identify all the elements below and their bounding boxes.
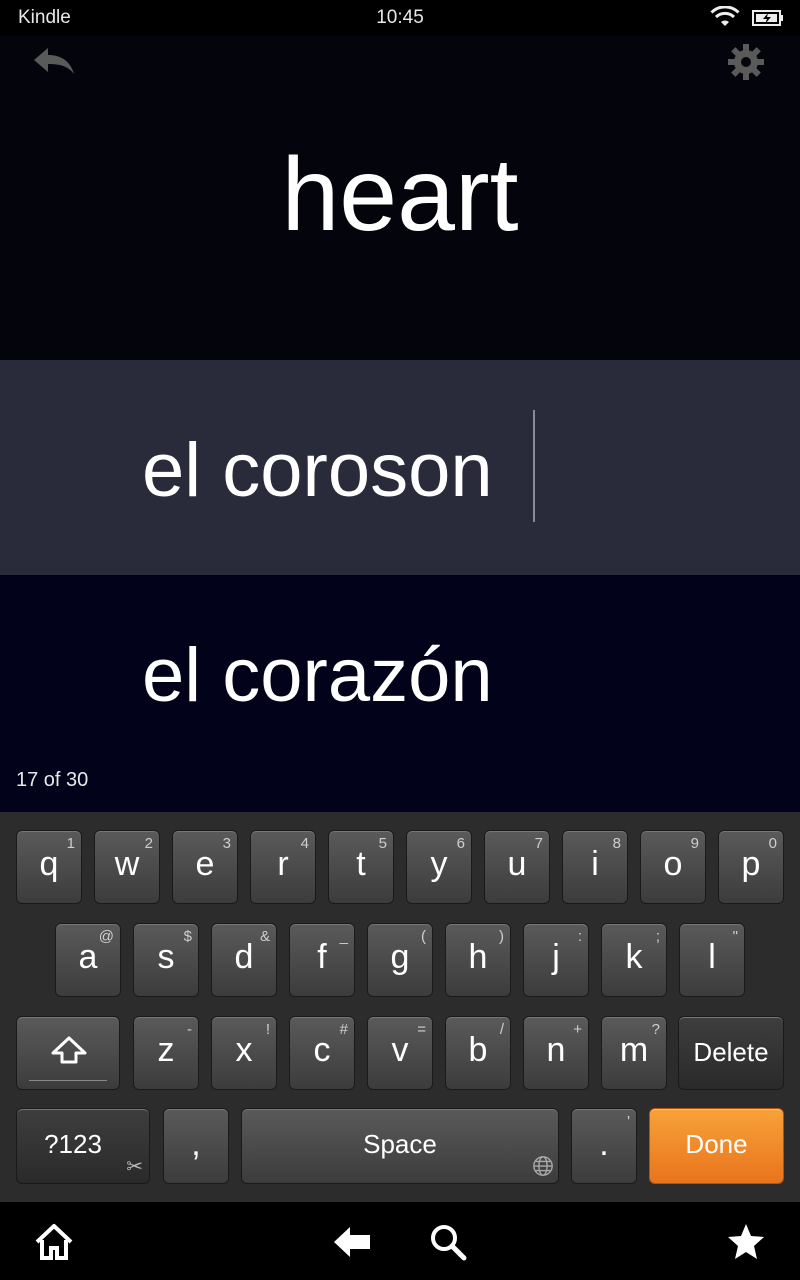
key-g[interactable]: (g bbox=[367, 923, 433, 997]
symbols-key[interactable]: ?123 ✂ bbox=[16, 1108, 150, 1184]
key-t[interactable]: 5t bbox=[328, 830, 394, 904]
key-b[interactable]: / b bbox=[445, 1016, 511, 1090]
key-label: y bbox=[430, 845, 448, 883]
key-x[interactable]: ! x bbox=[211, 1016, 277, 1090]
key-label: d bbox=[234, 938, 254, 976]
nav-bar bbox=[0, 1202, 800, 1280]
key-label: b bbox=[468, 1031, 488, 1069]
done-key[interactable]: Done bbox=[649, 1108, 784, 1184]
period-key-label: . bbox=[599, 1125, 609, 1163]
key-a[interactable]: @ a bbox=[55, 923, 121, 997]
key-label: l bbox=[708, 938, 716, 976]
key-r[interactable]: 4r bbox=[250, 830, 316, 904]
key-label: c bbox=[313, 1031, 331, 1069]
key-m[interactable]: ? m bbox=[601, 1016, 667, 1090]
period-key-alt: ' bbox=[627, 1113, 630, 1130]
key-label: w bbox=[114, 845, 140, 883]
key-label: j bbox=[552, 938, 560, 976]
search-icon[interactable] bbox=[428, 1222, 468, 1262]
key-label: m bbox=[619, 1031, 649, 1069]
key-z[interactable]: -z bbox=[133, 1016, 199, 1090]
key-f[interactable]: _ f bbox=[289, 923, 355, 997]
answer-area[interactable]: el coroson bbox=[0, 360, 800, 575]
delete-key-label: Delete bbox=[693, 1037, 769, 1067]
key-label: k bbox=[625, 938, 643, 976]
key-label: f bbox=[317, 938, 327, 976]
key-c[interactable]: # c bbox=[289, 1016, 355, 1090]
space-key-label: Space bbox=[363, 1129, 437, 1159]
scissors-icon: ✂ bbox=[126, 1156, 143, 1178]
key-l[interactable]: " l bbox=[679, 923, 745, 997]
key-label: a bbox=[78, 938, 98, 976]
key-h[interactable]: ) h bbox=[445, 923, 511, 997]
key-n[interactable]: + n bbox=[523, 1016, 589, 1090]
answer-input[interactable]: el coroson bbox=[142, 426, 493, 516]
battery-charging-icon bbox=[752, 10, 783, 26]
shift-arrow-icon bbox=[51, 1036, 87, 1064]
period-key[interactable]: . ' bbox=[571, 1108, 637, 1184]
prompt-area: heart bbox=[0, 36, 800, 360]
key-label: g bbox=[390, 938, 410, 976]
key-i[interactable]: 8i bbox=[562, 830, 628, 904]
key-label: o bbox=[663, 845, 683, 883]
key-label: x bbox=[235, 1031, 253, 1069]
shift-key[interactable] bbox=[16, 1016, 120, 1090]
key-v[interactable]: = v bbox=[367, 1016, 433, 1090]
key-u[interactable]: 7u bbox=[484, 830, 550, 904]
key-p[interactable]: 0p bbox=[718, 830, 784, 904]
gear-icon[interactable] bbox=[726, 42, 766, 82]
key-s[interactable]: $ s bbox=[133, 923, 199, 997]
status-time: 10:45 bbox=[376, 7, 424, 28]
on-screen-keyboard: 1q2w3e4r5t6y7u8i9o0p @ a $ s & d _ f(g) h: j; k " l … bbox=[0, 812, 800, 1202]
key-label: u bbox=[507, 845, 527, 883]
key-label: z bbox=[157, 1031, 175, 1069]
key-label: t bbox=[356, 845, 366, 883]
done-key-label: Done bbox=[685, 1129, 748, 1159]
key-label: n bbox=[546, 1031, 566, 1069]
key-y[interactable]: 6y bbox=[406, 830, 472, 904]
home-icon[interactable] bbox=[34, 1222, 74, 1262]
globe-icon bbox=[533, 1156, 553, 1176]
key-label: s bbox=[157, 938, 175, 976]
key-o[interactable]: 9o bbox=[640, 830, 706, 904]
key-label: p bbox=[741, 845, 761, 883]
back-icon[interactable] bbox=[332, 1222, 372, 1262]
key-label: h bbox=[468, 938, 488, 976]
correct-answer-area: el corazón 17 of 30 bbox=[0, 575, 800, 812]
key-label: v bbox=[391, 1031, 409, 1069]
key-q[interactable]: 1q bbox=[16, 830, 82, 904]
status-bar: Kindle 10:45 bbox=[0, 0, 800, 36]
prompt-word: heart bbox=[281, 137, 519, 253]
key-label: q bbox=[39, 845, 59, 883]
space-key[interactable]: Space bbox=[241, 1108, 559, 1184]
key-d[interactable]: & d bbox=[211, 923, 277, 997]
progress-counter: 17 of 30 bbox=[16, 769, 89, 791]
key-e[interactable]: 3e bbox=[172, 830, 238, 904]
correct-answer: el corazón bbox=[142, 633, 493, 718]
comma-key-label: , bbox=[191, 1125, 201, 1163]
shift-indicator-line bbox=[29, 1080, 107, 1081]
delete-key[interactable]: Delete bbox=[678, 1016, 784, 1090]
text-caret bbox=[533, 410, 535, 522]
key-w[interactable]: 2w bbox=[94, 830, 160, 904]
key-label: e bbox=[195, 845, 215, 883]
key-k[interactable]: ; k bbox=[601, 923, 667, 997]
comma-key[interactable]: , bbox=[163, 1108, 229, 1184]
back-arrow-icon[interactable] bbox=[30, 44, 78, 80]
key-label: r bbox=[277, 845, 289, 883]
key-label: i bbox=[591, 845, 599, 883]
wifi-icon bbox=[710, 6, 740, 26]
key-j[interactable]: :j bbox=[523, 923, 589, 997]
favorites-star-icon[interactable] bbox=[726, 1222, 766, 1262]
